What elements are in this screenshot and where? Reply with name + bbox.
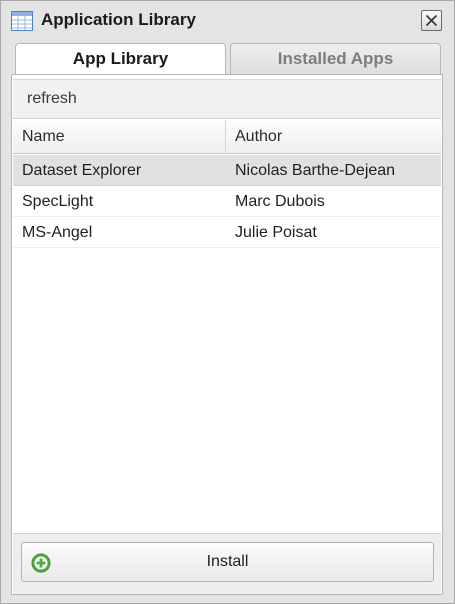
cell-name: SpecLight	[22, 193, 94, 210]
refresh-button[interactable]: refresh	[27, 90, 77, 108]
cell-name: Dataset Explorer	[22, 162, 142, 179]
tab-installed-apps[interactable]: Installed Apps	[230, 43, 441, 74]
window-titlebar: Application Library	[1, 1, 454, 39]
table-row[interactable]: MS-Angel Julie Poisat	[13, 217, 441, 248]
cell-author: Marc Dubois	[235, 193, 325, 210]
panel-footer: Install	[13, 533, 441, 594]
app-library-panel: refresh Name Author Dataset Explorer Nic…	[11, 74, 443, 595]
column-header-author[interactable]: Author	[226, 120, 441, 154]
cell-author: Julie Poisat	[235, 224, 317, 241]
application-library-window: Application Library App Library Installe…	[0, 0, 455, 604]
window-title: Application Library	[41, 10, 196, 29]
toolbar: refresh	[13, 79, 441, 119]
tab-app-library[interactable]: App Library	[15, 43, 226, 74]
column-header-name[interactable]: Name	[13, 120, 226, 154]
close-button[interactable]	[421, 10, 442, 31]
table-row[interactable]: SpecLight Marc Dubois	[13, 186, 441, 217]
install-label: Install	[206, 553, 249, 570]
table-row[interactable]: Dataset Explorer Nicolas Barthe-Dejean	[13, 155, 441, 186]
cell-author: Nicolas Barthe-Dejean	[235, 162, 396, 179]
cell-name: MS-Angel	[22, 224, 93, 241]
grid-body: Dataset Explorer Nicolas Barthe-Dejean S…	[13, 155, 441, 248]
tab-bar: App Library Installed Apps	[15, 43, 441, 74]
install-button[interactable]: Install	[21, 542, 434, 582]
close-icon	[425, 14, 438, 27]
table-icon	[11, 11, 33, 31]
grid-header: Name Author	[13, 120, 441, 154]
